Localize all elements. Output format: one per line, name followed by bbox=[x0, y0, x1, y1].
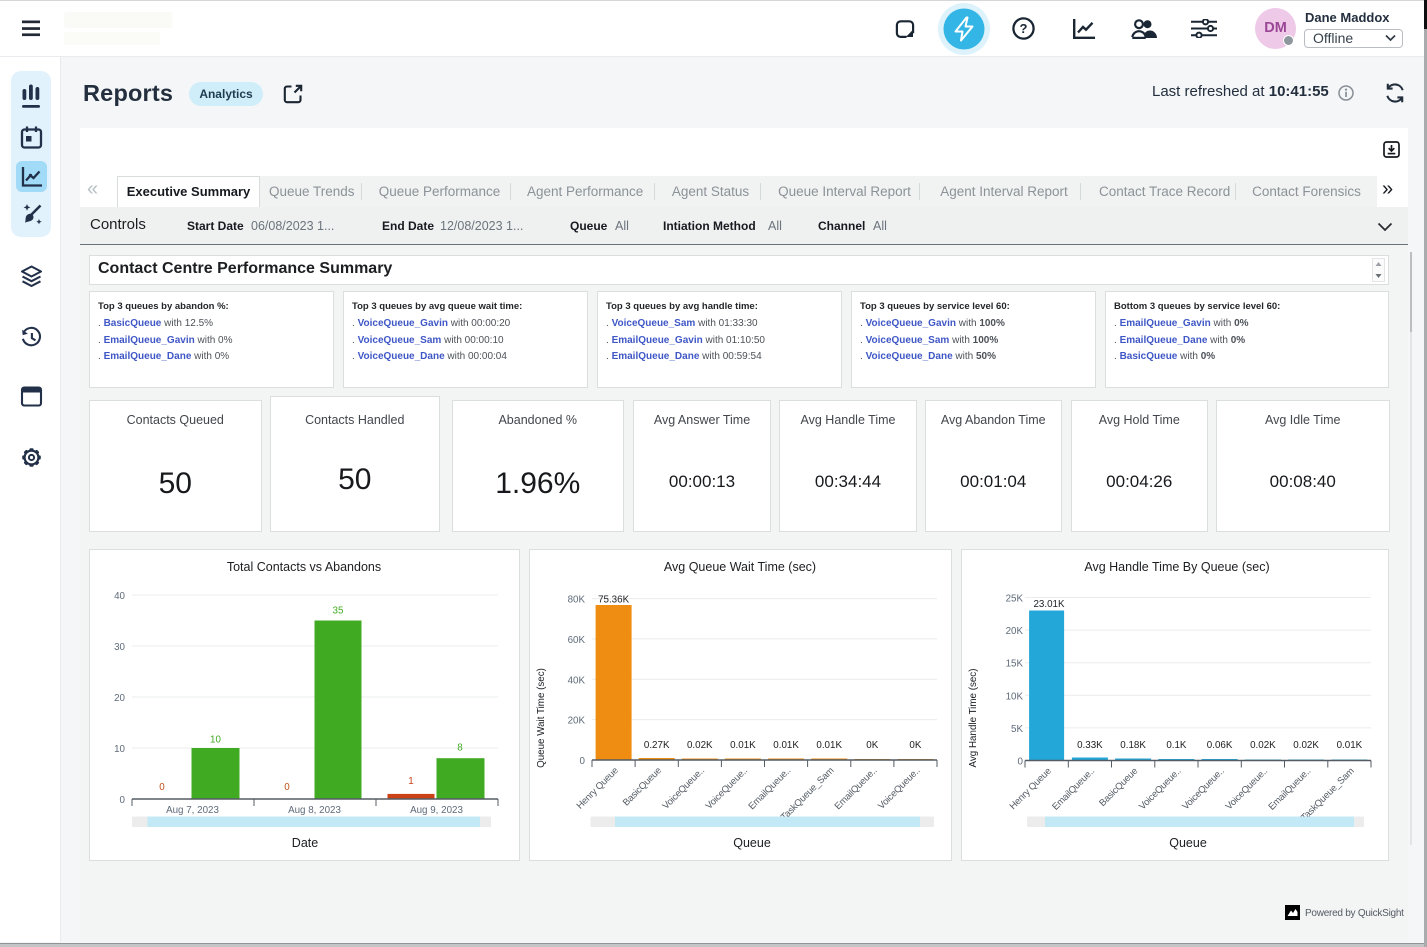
svg-text:40: 40 bbox=[114, 591, 125, 602]
svg-text:35: 35 bbox=[332, 606, 343, 617]
svg-text:25K: 25K bbox=[1005, 594, 1023, 605]
svg-text:EmailQueue..: EmailQueue.. bbox=[1050, 766, 1097, 813]
svg-text:0.01K: 0.01K bbox=[1336, 740, 1362, 751]
svg-text:0: 0 bbox=[580, 756, 586, 767]
svg-text:0: 0 bbox=[159, 782, 165, 793]
svg-text:0.18K: 0.18K bbox=[1120, 740, 1146, 751]
svg-text:0: 0 bbox=[284, 782, 290, 793]
svg-text:Queue: Queue bbox=[733, 836, 771, 850]
svg-text:Henry Queue: Henry Queue bbox=[1007, 766, 1053, 812]
svg-text:Date: Date bbox=[291, 836, 317, 850]
svg-text:0.01K: 0.01K bbox=[730, 740, 756, 751]
svg-text:10K: 10K bbox=[1005, 691, 1023, 702]
svg-text:8: 8 bbox=[457, 743, 463, 754]
svg-text:0.02K: 0.02K bbox=[1293, 740, 1319, 751]
svg-text:0.02K: 0.02K bbox=[1250, 740, 1276, 751]
svg-text:20K: 20K bbox=[568, 716, 586, 727]
svg-text:Avg Handle Time By Queue (sec): Avg Handle Time By Queue (sec) bbox=[1084, 560, 1269, 574]
svg-text:Queue: Queue bbox=[1169, 836, 1207, 850]
svg-text:Aug 7, 2023: Aug 7, 2023 bbox=[166, 805, 219, 816]
svg-text:20K: 20K bbox=[1005, 626, 1023, 637]
svg-text:VoiceQueue..: VoiceQueue.. bbox=[704, 765, 750, 811]
svg-text:80K: 80K bbox=[568, 595, 586, 606]
svg-text:Avg Queue Wait Time (sec): Avg Queue Wait Time (sec) bbox=[664, 560, 816, 574]
svg-text:BasicQueue: BasicQueue bbox=[1097, 766, 1140, 809]
svg-text:0.01K: 0.01K bbox=[816, 740, 842, 751]
svg-text:30: 30 bbox=[114, 642, 125, 653]
svg-text:Aug 9, 2023: Aug 9, 2023 bbox=[410, 805, 463, 816]
svg-text:EmailQueue..: EmailQueue.. bbox=[746, 765, 793, 812]
svg-text:23.01K: 23.01K bbox=[1033, 599, 1065, 610]
svg-text:VoiceQueue..: VoiceQueue.. bbox=[1223, 766, 1269, 812]
svg-text:75.36K: 75.36K bbox=[598, 595, 630, 606]
svg-text:BasicQueue: BasicQueue bbox=[621, 765, 664, 808]
svg-text:1: 1 bbox=[408, 776, 413, 787]
svg-text:0: 0 bbox=[119, 795, 125, 806]
svg-text:40K: 40K bbox=[568, 675, 586, 686]
svg-text:15K: 15K bbox=[1005, 659, 1023, 670]
svg-text:EmailQueue..: EmailQueue.. bbox=[1266, 766, 1313, 813]
svg-text:VoiceQueue..: VoiceQueue.. bbox=[1180, 766, 1226, 812]
svg-text:0.06K: 0.06K bbox=[1206, 740, 1232, 751]
svg-text:VoiceQueue..: VoiceQueue.. bbox=[876, 765, 922, 811]
svg-text:EmailQueue..: EmailQueue.. bbox=[833, 765, 880, 812]
svg-text:60K: 60K bbox=[568, 635, 586, 646]
svg-text:0.02K: 0.02K bbox=[687, 740, 713, 751]
svg-text:10: 10 bbox=[114, 744, 125, 755]
svg-text:VoiceQueue..: VoiceQueue.. bbox=[660, 765, 706, 811]
svg-text:0.27K: 0.27K bbox=[644, 740, 670, 751]
svg-text:Avg Handle Time (sec): Avg Handle Time (sec) bbox=[968, 669, 979, 768]
svg-text:VoiceQueue..: VoiceQueue.. bbox=[1137, 766, 1183, 812]
svg-text:?: ? bbox=[1020, 21, 1028, 36]
svg-text:Aug 8, 2023: Aug 8, 2023 bbox=[288, 805, 341, 816]
svg-text:0.01K: 0.01K bbox=[773, 740, 799, 751]
svg-text:5K: 5K bbox=[1011, 724, 1023, 735]
svg-text:0K: 0K bbox=[909, 740, 921, 751]
svg-text:20: 20 bbox=[114, 693, 125, 704]
svg-text:Henry Queue: Henry Queue bbox=[575, 765, 621, 811]
svg-text:0.33K: 0.33K bbox=[1077, 740, 1103, 751]
svg-text:0: 0 bbox=[1017, 757, 1023, 768]
svg-text:0K: 0K bbox=[866, 740, 878, 751]
svg-text:Total Contacts vs Abandons: Total Contacts vs Abandons bbox=[226, 560, 380, 574]
svg-text:10: 10 bbox=[210, 735, 221, 746]
svg-text:0.1K: 0.1K bbox=[1166, 740, 1187, 751]
svg-text:Queue Wait Time (sec): Queue Wait Time (sec) bbox=[536, 668, 547, 768]
